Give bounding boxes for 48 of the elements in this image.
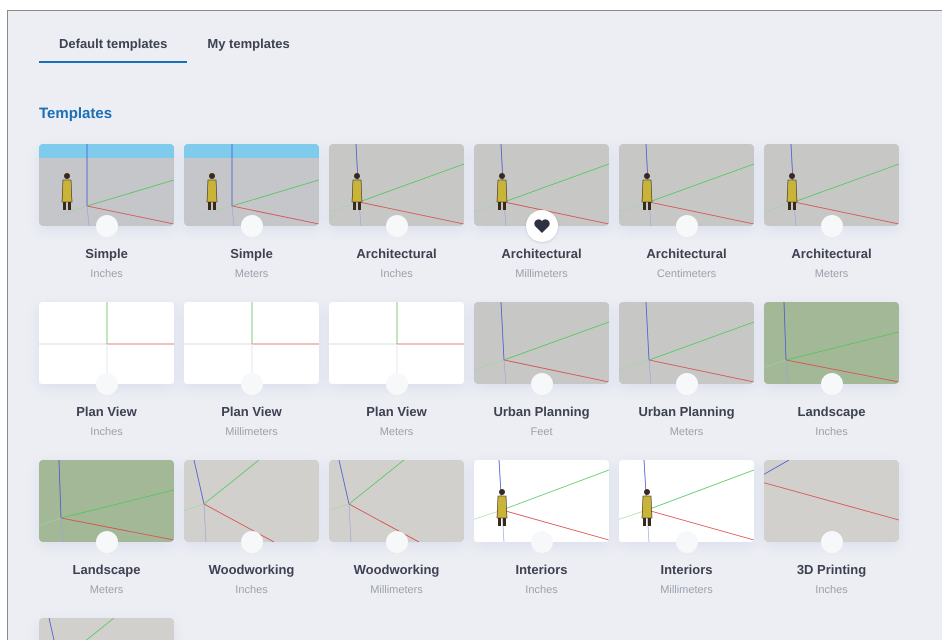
template-unit: Inches xyxy=(235,583,268,598)
template-name: Woodworking xyxy=(354,561,440,579)
template-unit: Meters xyxy=(90,583,124,598)
template-preview[interactable] xyxy=(764,144,899,226)
template-name: Plan View xyxy=(221,403,282,421)
template-unit: Meters xyxy=(814,267,848,282)
template-name: Architectural xyxy=(646,245,727,263)
template-name: Architectural xyxy=(501,245,582,263)
template-unit: Inches xyxy=(525,583,558,598)
template-name: Plan View xyxy=(366,403,427,421)
template-unit: Meters xyxy=(234,267,268,282)
template-unit: Inches xyxy=(815,425,848,440)
template-name: Urban Planning xyxy=(493,403,590,421)
template-unit: Inches xyxy=(380,267,413,282)
template-name: Plan View xyxy=(76,403,137,421)
template-unit: Meters xyxy=(670,425,704,440)
template-name: Landscape xyxy=(798,403,866,421)
template-unit: Centimeters xyxy=(656,267,716,282)
template-preview[interactable] xyxy=(39,144,174,226)
tab[interactable]: My templates xyxy=(187,27,310,63)
template-preview[interactable] xyxy=(619,460,754,542)
template-unit: Inches xyxy=(815,583,848,598)
template-name: 3D Printing xyxy=(796,561,866,579)
template-preview[interactable] xyxy=(329,144,464,226)
template-preview[interactable] xyxy=(184,144,319,226)
template-name: Simple xyxy=(230,245,273,263)
template-name: Interiors xyxy=(515,561,568,579)
template-unit: Inches xyxy=(90,425,123,440)
template-unit: Millimeters xyxy=(370,583,423,598)
template-name: Architectural xyxy=(356,245,437,263)
tab[interactable]: Default templates xyxy=(39,27,188,63)
template-preview[interactable] xyxy=(474,144,609,226)
template-unit: Millimeters xyxy=(660,583,713,598)
template-name: Simple xyxy=(85,245,128,263)
template-unit: Millimeters xyxy=(225,425,278,440)
template-unit: Millimeters xyxy=(515,267,568,282)
heart-icon xyxy=(534,219,550,233)
template-name: Architectural xyxy=(791,245,872,263)
template-unit: Feet xyxy=(530,425,552,440)
template-preview[interactable] xyxy=(474,460,609,542)
section-heading: Templates xyxy=(39,104,112,124)
template-name: Landscape xyxy=(72,561,140,579)
template-unit: Inches xyxy=(90,267,123,282)
template-name: Woodworking xyxy=(208,561,294,579)
template-name: Interiors xyxy=(660,561,712,579)
template-preview[interactable] xyxy=(619,144,754,226)
template-unit: Meters xyxy=(380,425,414,440)
template-name: Urban Planning xyxy=(638,403,735,421)
